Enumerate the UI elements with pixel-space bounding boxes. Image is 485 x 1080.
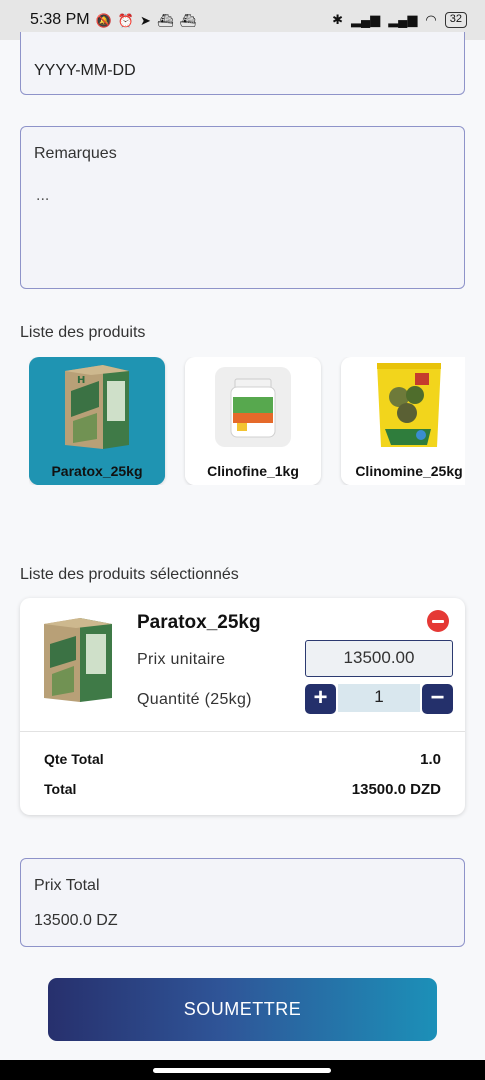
qty-total-value: 1.0 (420, 751, 441, 768)
paratox-bag-image: H (65, 365, 129, 449)
signal-icon: ▂▄▆ (388, 12, 418, 27)
date-field[interactable]: YYYY-MM-DD (20, 32, 465, 95)
clinomine-bag-image (377, 363, 441, 447)
price-total-label: Prix Total (34, 877, 100, 894)
remarks-label: Remarques (34, 145, 117, 162)
product-card-clinomine[interactable]: Clinomine_25kg (341, 357, 465, 485)
svg-text:H: H (77, 375, 85, 386)
price-total-value: 13500.0 DZ (34, 912, 118, 929)
home-gesture-handle[interactable] (153, 1068, 331, 1073)
increase-quantity-button[interactable]: + (305, 684, 336, 714)
boat-icon: ⛴ (156, 12, 174, 28)
telegram-icon: ➤ (139, 12, 151, 28)
submit-button[interactable]: SOUMETTRE (48, 978, 437, 1041)
date-value: YYYY-MM-DD (34, 62, 136, 79)
remarks-textarea[interactable]: Remarques ... (20, 126, 465, 289)
product-card-paratox[interactable]: H Paratox_25kg (29, 357, 165, 485)
selected-product-card: Paratox_25kg Prix unitaire 13500.00 Quan… (20, 598, 465, 815)
total-value: 13500.0 DZD (351, 781, 441, 798)
product-name: Clinomine_25kg (341, 459, 465, 485)
boat-icon: ⛴ (179, 12, 196, 28)
signal-icon: ▂▄▆ (350, 12, 381, 27)
divider (20, 731, 465, 732)
selected-section-title: Liste des produits sélectionnés (20, 566, 239, 583)
remarks-placeholder: ... (36, 187, 50, 204)
clinofine-jar-image (215, 367, 291, 447)
decrease-quantity-button[interactable]: − (422, 684, 453, 714)
system-nav-bar (0, 1060, 485, 1080)
remove-product-button[interactable] (427, 610, 449, 632)
products-carousel[interactable]: H Paratox_25kg Clinofine_1kg Clinomine_2… (29, 357, 465, 485)
products-section-title: Liste des produits (20, 324, 146, 341)
status-time: 5:38 PM (30, 11, 90, 28)
product-card-clinofine[interactable]: Clinofine_1kg (185, 357, 321, 485)
total-label: Total (44, 781, 77, 797)
unit-price-label: Prix unitaire (137, 651, 226, 668)
product-name: Paratox_25kg (29, 459, 165, 485)
price-total-field[interactable]: Prix Total 13500.0 DZ (20, 858, 465, 947)
wifi-icon: ◠ (425, 12, 437, 27)
battery-icon: 32 (444, 12, 467, 28)
product-name: Clinofine_1kg (185, 459, 321, 485)
selected-product-image (44, 618, 112, 702)
quantity-label: Quantité (25kg) (137, 691, 252, 708)
qty-total-row: Qte Total 1.0 (44, 751, 441, 768)
unit-price-input[interactable]: 13500.00 (305, 640, 453, 677)
bluetooth-icon: ✱ (332, 12, 343, 27)
quantity-input[interactable]: 1 (338, 684, 420, 712)
quantity-stepper: + 1 − (305, 684, 453, 714)
qty-total-label: Qte Total (44, 751, 104, 767)
alarm-icon: ⏰ (117, 12, 134, 28)
total-row: Total 13500.0 DZD (44, 781, 441, 798)
selected-product-name: Paratox_25kg (137, 612, 261, 633)
mute-icon: 🔕 (95, 12, 112, 28)
